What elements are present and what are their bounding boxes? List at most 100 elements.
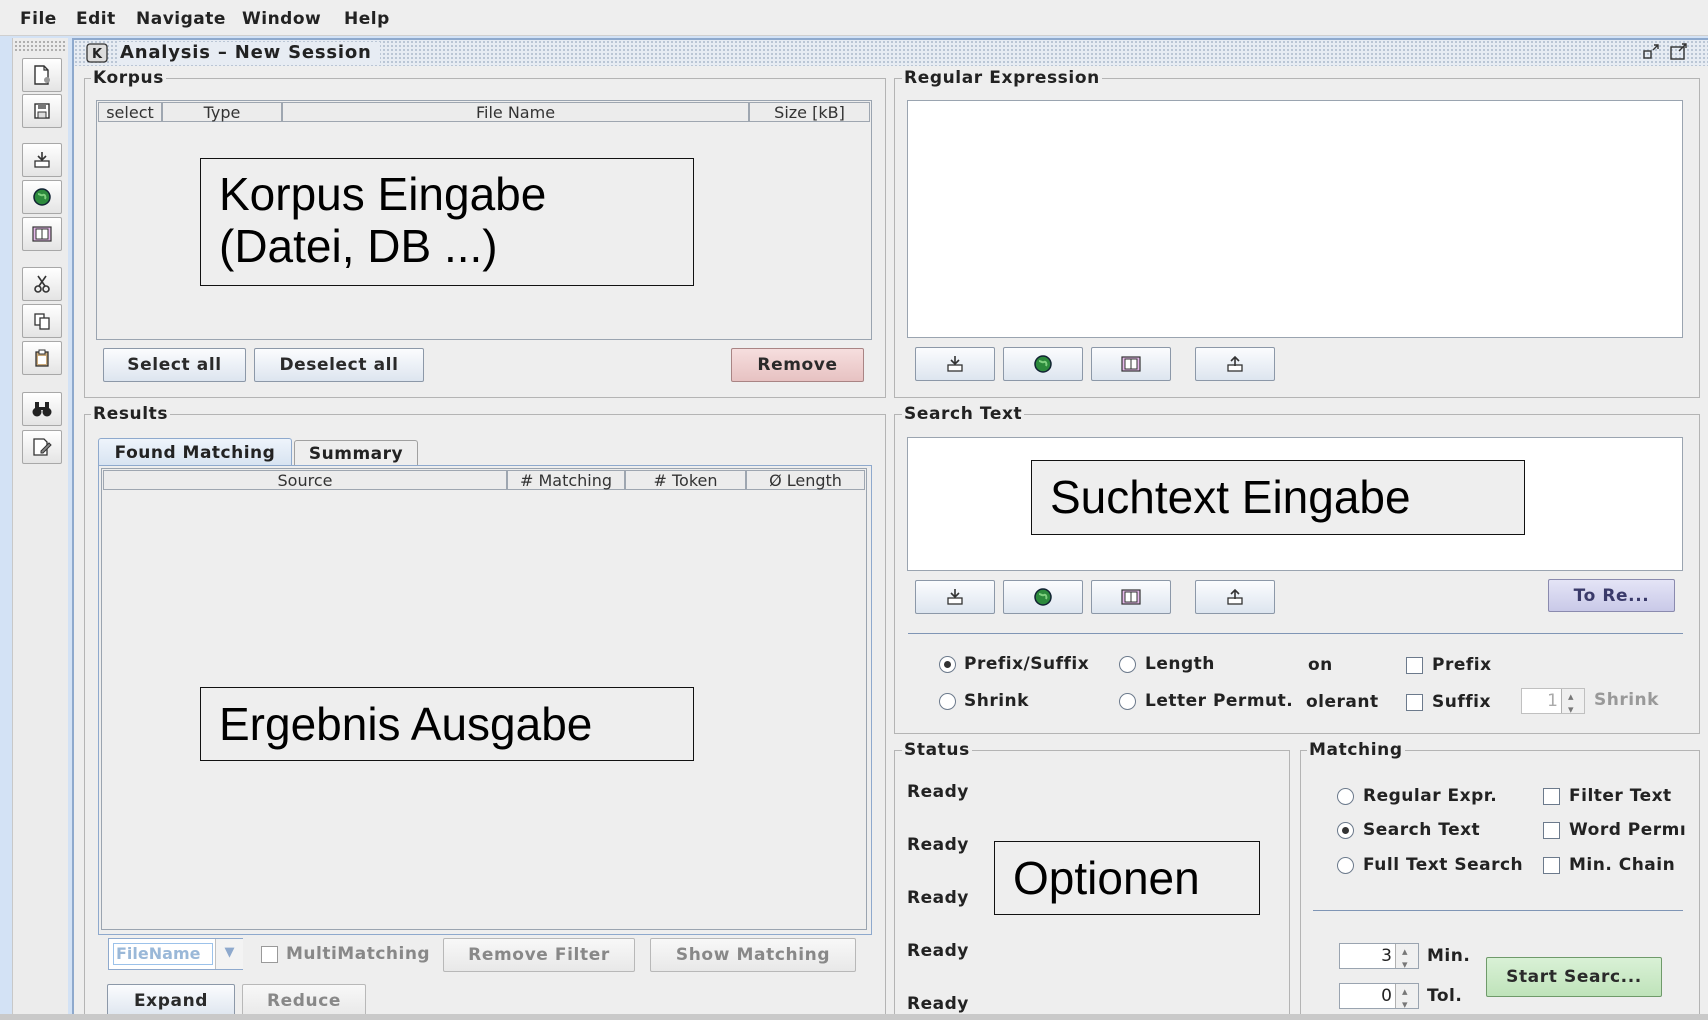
select-all-button[interactable]: Select all (103, 348, 246, 382)
korpus-col-size[interactable]: Size [kB] (749, 102, 870, 122)
deselect-all-button[interactable]: Deselect all (254, 348, 424, 382)
toolbar-grip[interactable] (14, 40, 66, 52)
search-export-button[interactable] (1195, 580, 1275, 614)
korpus-col-select[interactable]: select (98, 102, 162, 122)
edit-icon (33, 438, 52, 456)
expand-button[interactable]: Expand (107, 984, 235, 1018)
cut-icon (34, 275, 50, 293)
save-button[interactable] (22, 94, 62, 128)
tol-label: Tol. (1427, 986, 1463, 1006)
regex-import-button[interactable] (915, 347, 995, 381)
maximize-icon[interactable] (1668, 42, 1690, 62)
import-icon (947, 356, 963, 372)
korpus-col-type[interactable]: Type (162, 102, 282, 122)
binoculars-icon (32, 402, 52, 417)
regex-title: Regular Expression (902, 68, 1102, 88)
on-label: on (1308, 655, 1333, 675)
results-col-length[interactable]: Ø Length (746, 470, 865, 490)
menu-help[interactable]: Help (344, 9, 390, 29)
remove-filter-button[interactable]: Remove Filter (443, 938, 635, 972)
regex-globe-button[interactable] (1003, 347, 1083, 381)
shrink-radio[interactable] (939, 693, 956, 710)
korpus-col-filename[interactable]: File Name (282, 102, 749, 122)
spinner-arrows-icon[interactable] (1395, 940, 1418, 977)
multimatching-checkbox[interactable] (261, 946, 278, 963)
app-icon: K (86, 43, 108, 63)
new-document-icon (34, 65, 50, 85)
menu-bar: File Edit Navigate Window Help (0, 0, 1708, 36)
prefix-checkbox[interactable] (1406, 657, 1423, 674)
spinner-arrows-icon[interactable] (1395, 980, 1418, 1017)
korpus-title: Korpus (91, 68, 166, 88)
regular-expr-label: Regular Expr. (1363, 786, 1498, 806)
paste-icon (35, 349, 49, 367)
globe-button[interactable] (22, 180, 62, 214)
window-title: Analysis – New Session (118, 42, 380, 63)
shrink-spinner[interactable]: 1 (1521, 685, 1585, 722)
korpus-annotation-line2: (Datei, DB ...) (219, 220, 498, 272)
suffix-label: Suffix (1432, 692, 1491, 712)
results-col-matching[interactable]: # Matching (507, 470, 625, 490)
globe-icon (33, 188, 51, 206)
start-search-button[interactable]: Start Searc... (1486, 957, 1662, 997)
min-chain-checkbox[interactable] (1543, 857, 1560, 874)
copy-button[interactable] (22, 304, 62, 338)
korpus-annotation-line1: Korpus Eingabe (219, 168, 547, 220)
min-chain-label: Min. Chain (1569, 855, 1676, 875)
restore-icon[interactable] (1640, 42, 1662, 62)
filename-combo-value: FileName (113, 943, 213, 965)
menu-file[interactable]: File (20, 9, 57, 29)
export-icon (1227, 355, 1243, 372)
export-icon (1227, 588, 1243, 605)
regex-book-button[interactable] (1091, 347, 1171, 381)
results-annotation: Ergebnis Ausgabe (200, 687, 694, 761)
import-button[interactable] (22, 143, 62, 177)
tol-spinner[interactable]: 0 (1339, 980, 1419, 1017)
tab-found-matching[interactable]: Found Matching (98, 438, 292, 466)
filter-text-checkbox[interactable] (1543, 788, 1560, 805)
search-text-radio[interactable] (1337, 822, 1354, 839)
tolerant-label: olerant (1306, 692, 1379, 712)
edit-button[interactable] (22, 430, 62, 464)
menu-window[interactable]: Window (242, 9, 321, 29)
menu-edit[interactable]: Edit (76, 9, 116, 29)
book-button[interactable] (22, 217, 62, 251)
cut-button[interactable] (22, 267, 62, 301)
results-col-source[interactable]: Source (103, 470, 507, 490)
regex-export-button[interactable] (1195, 347, 1275, 381)
show-matching-button[interactable]: Show Matching (650, 938, 856, 972)
regular-expr-radio[interactable] (1337, 788, 1354, 805)
chevron-down-icon[interactable]: ▼ (215, 939, 243, 969)
filename-combo[interactable]: FileName ▼ (108, 938, 243, 970)
options-annotation: Optionen (994, 841, 1260, 915)
status-line: Ready (907, 888, 969, 908)
length-radio[interactable] (1119, 656, 1136, 673)
reduce-button[interactable]: Reduce (242, 984, 366, 1018)
spinner-arrows-icon[interactable] (1561, 685, 1584, 722)
results-col-token[interactable]: # Token (625, 470, 746, 490)
regex-input[interactable] (907, 100, 1683, 338)
paste-button[interactable] (22, 341, 62, 375)
prefix-suffix-radio[interactable] (939, 656, 956, 673)
status-title: Status (902, 740, 972, 760)
suffix-checkbox[interactable] (1406, 694, 1423, 711)
search-import-button[interactable] (915, 580, 995, 614)
new-document-button[interactable] (22, 58, 62, 92)
to-regex-button[interactable]: To Re... (1548, 579, 1675, 612)
length-label: Length (1145, 654, 1215, 674)
word-perm-checkbox[interactable] (1543, 822, 1560, 839)
menu-navigate[interactable]: Navigate (136, 9, 226, 29)
min-spinner[interactable]: 3 (1339, 940, 1419, 977)
remove-button[interactable]: Remove (731, 348, 864, 382)
word-perm-label: Word Permı (1569, 820, 1687, 840)
search-book-button[interactable] (1091, 580, 1171, 614)
full-text-radio[interactable] (1337, 857, 1354, 874)
find-button[interactable] (22, 392, 62, 426)
globe-icon (1034, 588, 1052, 606)
multimatching-label: MultiMatching (286, 944, 431, 964)
min-label: Min. (1427, 946, 1471, 966)
search-globe-button[interactable] (1003, 580, 1083, 614)
letter-permut-radio[interactable] (1119, 693, 1136, 710)
tab-summary[interactable]: Summary (294, 440, 418, 466)
matching-title: Matching (1307, 740, 1405, 760)
